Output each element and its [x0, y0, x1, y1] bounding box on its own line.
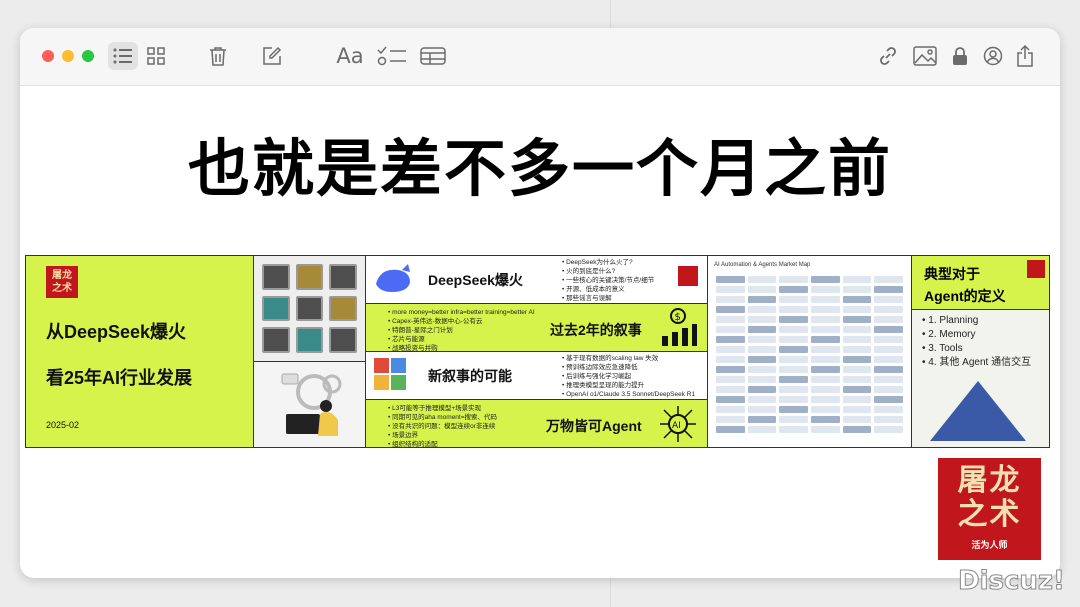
market-map-title: AI Automation & Agents Market Map: [714, 262, 811, 268]
topic-list: more money=better infra=better training=…: [388, 308, 535, 353]
link-icon[interactable]: [876, 42, 900, 70]
puzzle-icon: [374, 358, 406, 390]
cover-title-line2: 看25年AI行业发展: [46, 368, 193, 388]
seal-logo: [678, 266, 698, 286]
compose-icon[interactable]: [260, 42, 284, 70]
money-chart-icon: $: [662, 308, 697, 346]
grid-view-icon[interactable]: [144, 42, 168, 70]
pyramid-diagram: [930, 381, 1026, 441]
seal-logo: [1027, 260, 1045, 278]
market-map-panel: AI Automation & Agents Market Map: [708, 256, 912, 447]
chips-illustration: [254, 256, 365, 362]
close-window-button[interactable]: [42, 50, 54, 62]
svg-text:$: $: [675, 312, 681, 323]
checklist-icon[interactable]: [376, 42, 408, 70]
zoom-window-button[interactable]: [82, 50, 94, 62]
brand-logo: 屠龙 之术 活为人师: [938, 458, 1041, 560]
topic-list: DeepSeek为什么火了? 火的到底是什么? 一些核心的关键决策/节点/细节 …: [562, 258, 654, 303]
collaborate-icon[interactable]: [982, 42, 1004, 70]
trash-icon[interactable]: [206, 42, 230, 70]
collage-image: 屠龙 之术 从DeepSeek爆火 看25年AI行业发展 2025-02 Dee…: [25, 255, 1050, 448]
topic-row: 新叙事的可能 基于现有数据的scaling law 失效 预训练边际效应急速降低…: [366, 352, 707, 400]
agent-definition-panel: 典型对于 Agent的定义 1. Planning 2. Memory 3. T…: [912, 256, 1049, 447]
topic-list: 基于现有数据的scaling law 失效 预训练边际效应急速降低 后训练与强化…: [562, 354, 695, 399]
lock-icon[interactable]: [950, 42, 970, 70]
cover-title-line1: 从DeepSeek爆火: [46, 322, 187, 342]
ai-network-icon: AI: [660, 406, 696, 442]
format-text-icon[interactable]: Aa: [334, 42, 366, 70]
list-view-icon[interactable]: [108, 42, 138, 70]
topic-row: DeepSeek爆火 DeepSeek为什么火了? 火的到底是什么? 一些核心的…: [366, 256, 707, 304]
table-icon[interactable]: [418, 42, 448, 70]
market-map-grid: [716, 276, 903, 439]
topic-list: L3可能等于推理模型+场景实现 同期可见的aha moment=搜索、代码 没有…: [388, 404, 497, 449]
cover-panel: 屠龙 之术 从DeepSeek爆火 看25年AI行业发展 2025-02: [26, 256, 254, 447]
image-icon[interactable]: [912, 42, 938, 70]
watermark: Discuz!: [958, 566, 1066, 597]
worker-illustration: [254, 362, 365, 447]
cover-date: 2025-02: [46, 420, 80, 430]
minimize-window-button[interactable]: [62, 50, 74, 62]
topic-row: L3可能等于推理模型+场景实现 同期可见的aha moment=搜索、代码 没有…: [366, 400, 707, 449]
topics-panel: DeepSeek爆火 DeepSeek为什么火了? 火的到底是什么? 一些核心的…: [366, 256, 708, 449]
agent-title-block: 典型对于 Agent的定义: [912, 256, 1049, 310]
seal-logo: 屠龙 之术: [46, 266, 78, 298]
toolbar: Aa: [20, 28, 1060, 86]
note-title: 也就是差不多一个月之前: [187, 132, 892, 205]
svg-text:AI: AI: [672, 421, 681, 431]
whale-icon: [376, 264, 410, 292]
agent-definition-list: 1. Planning 2. Memory 3. Tools 4. 其他 Age…: [912, 310, 1049, 447]
share-icon[interactable]: [1014, 42, 1036, 70]
topic-row: more money=better infra=better training=…: [366, 304, 707, 352]
illustration-panel: [254, 256, 366, 447]
